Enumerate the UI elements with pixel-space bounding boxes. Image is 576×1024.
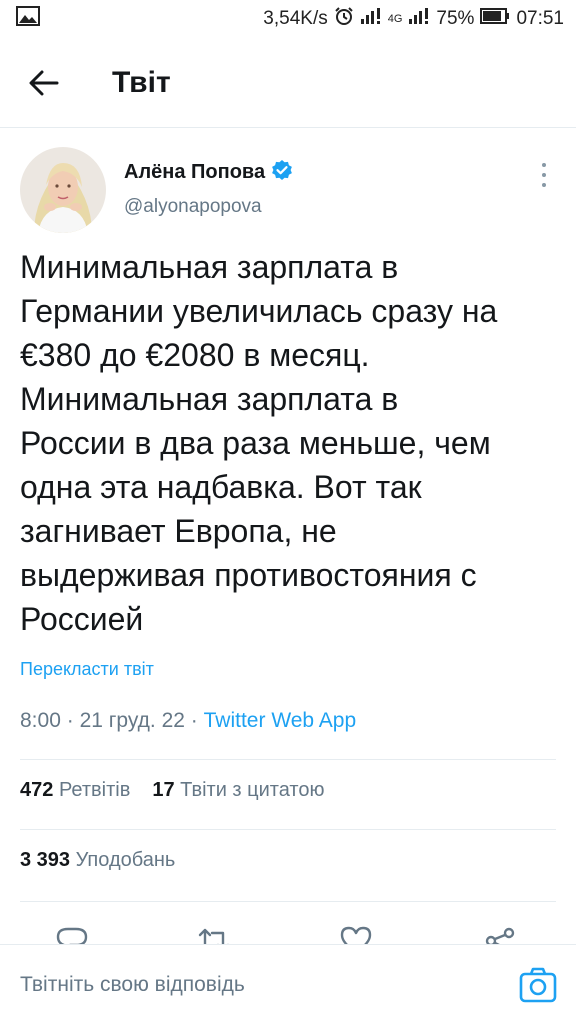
network-speed: 3,54K/s (263, 8, 328, 29)
meta-separator: · (190, 709, 198, 732)
retweets-count: 472 (20, 779, 54, 801)
divider (20, 829, 556, 830)
tweet-text-line: Минимальная зарплата в (20, 249, 399, 285)
signal-icon (360, 7, 382, 31)
page-title: Твіт (112, 65, 171, 99)
translate-tweet-link[interactable]: Перекласти твіт (20, 659, 154, 680)
battery-icon (480, 8, 510, 30)
signal-4g-icon (408, 7, 430, 31)
meta-separator: · (66, 709, 74, 732)
camera-icon (519, 967, 557, 1003)
likes-stat[interactable]: 3 393 Уподобань (20, 849, 175, 872)
tweet-text-line: Россией (20, 601, 144, 637)
retweets-stat[interactable]: 472 Ретвітів (20, 779, 130, 802)
dot-icon (542, 173, 546, 177)
divider (20, 901, 556, 902)
quotes-label: Твіти з цитатою (180, 779, 325, 801)
tweet-time: 8:00 (20, 709, 61, 732)
network-type: 4G (387, 13, 403, 25)
arrow-left-icon (29, 70, 59, 95)
dot-icon (542, 183, 546, 187)
clock: 07:51 (516, 8, 564, 29)
tweet-author: Алёна Попова @alyonapopova (0, 129, 576, 233)
gallery-notification-icon (16, 6, 40, 32)
retweets-label: Ретвітів (58, 779, 131, 801)
reply-input[interactable]: Твітніть свою відповідь (20, 945, 490, 1024)
likes-count: 3 393 (20, 849, 71, 871)
quotes-count: 17 (152, 779, 175, 801)
tweet-source-link[interactable]: Twitter Web App (204, 709, 357, 732)
divider (20, 759, 556, 760)
tweet-meta: 8:00 · 21 груд. 22 · Twitter Web App (20, 709, 356, 733)
camera-button[interactable] (518, 965, 558, 1005)
author-name[interactable]: Алёна Попова (124, 161, 265, 184)
tweet-text-line: Минимальная зарплата в (20, 381, 399, 417)
tweet-text: Минимальная зарплата в Германии увеличил… (20, 245, 560, 641)
more-options-button[interactable] (534, 161, 554, 189)
status-bar: 3,54K/s 4G 75% 07:51 (0, 0, 576, 38)
app-header: Твіт (0, 38, 576, 128)
tweet-text-line: загнивает Европа, не (20, 513, 337, 549)
likes-label: Уподобань (75, 849, 176, 871)
tweet-stats: 472 Ретвітів 17 Твіти з цитатою (20, 779, 324, 802)
reply-bar: Твітніть свою відповідь (0, 944, 576, 1024)
author-handle[interactable]: @alyonapopova (124, 196, 293, 218)
back-button[interactable] (14, 53, 74, 113)
tweet-text-line: выдерживая противостояния с (20, 557, 477, 593)
tweet-text-line: €380 до €2080 в месяц. (20, 337, 370, 373)
tweet-date: 21 груд. 22 (79, 709, 185, 732)
avatar[interactable] (20, 147, 106, 233)
dot-icon (542, 163, 546, 167)
quotes-stat[interactable]: 17 Твіти з цитатою (152, 779, 324, 802)
tweet-text-line: одна эта надбавка. Вот так (20, 469, 422, 505)
verified-badge-icon (271, 159, 293, 186)
alarm-icon (334, 6, 354, 32)
battery-level: 75% (436, 8, 475, 29)
tweet-text-line: России в два раза меньше, чем (20, 425, 491, 461)
tweet-text-line: Германии увеличилась сразу на (20, 293, 498, 329)
